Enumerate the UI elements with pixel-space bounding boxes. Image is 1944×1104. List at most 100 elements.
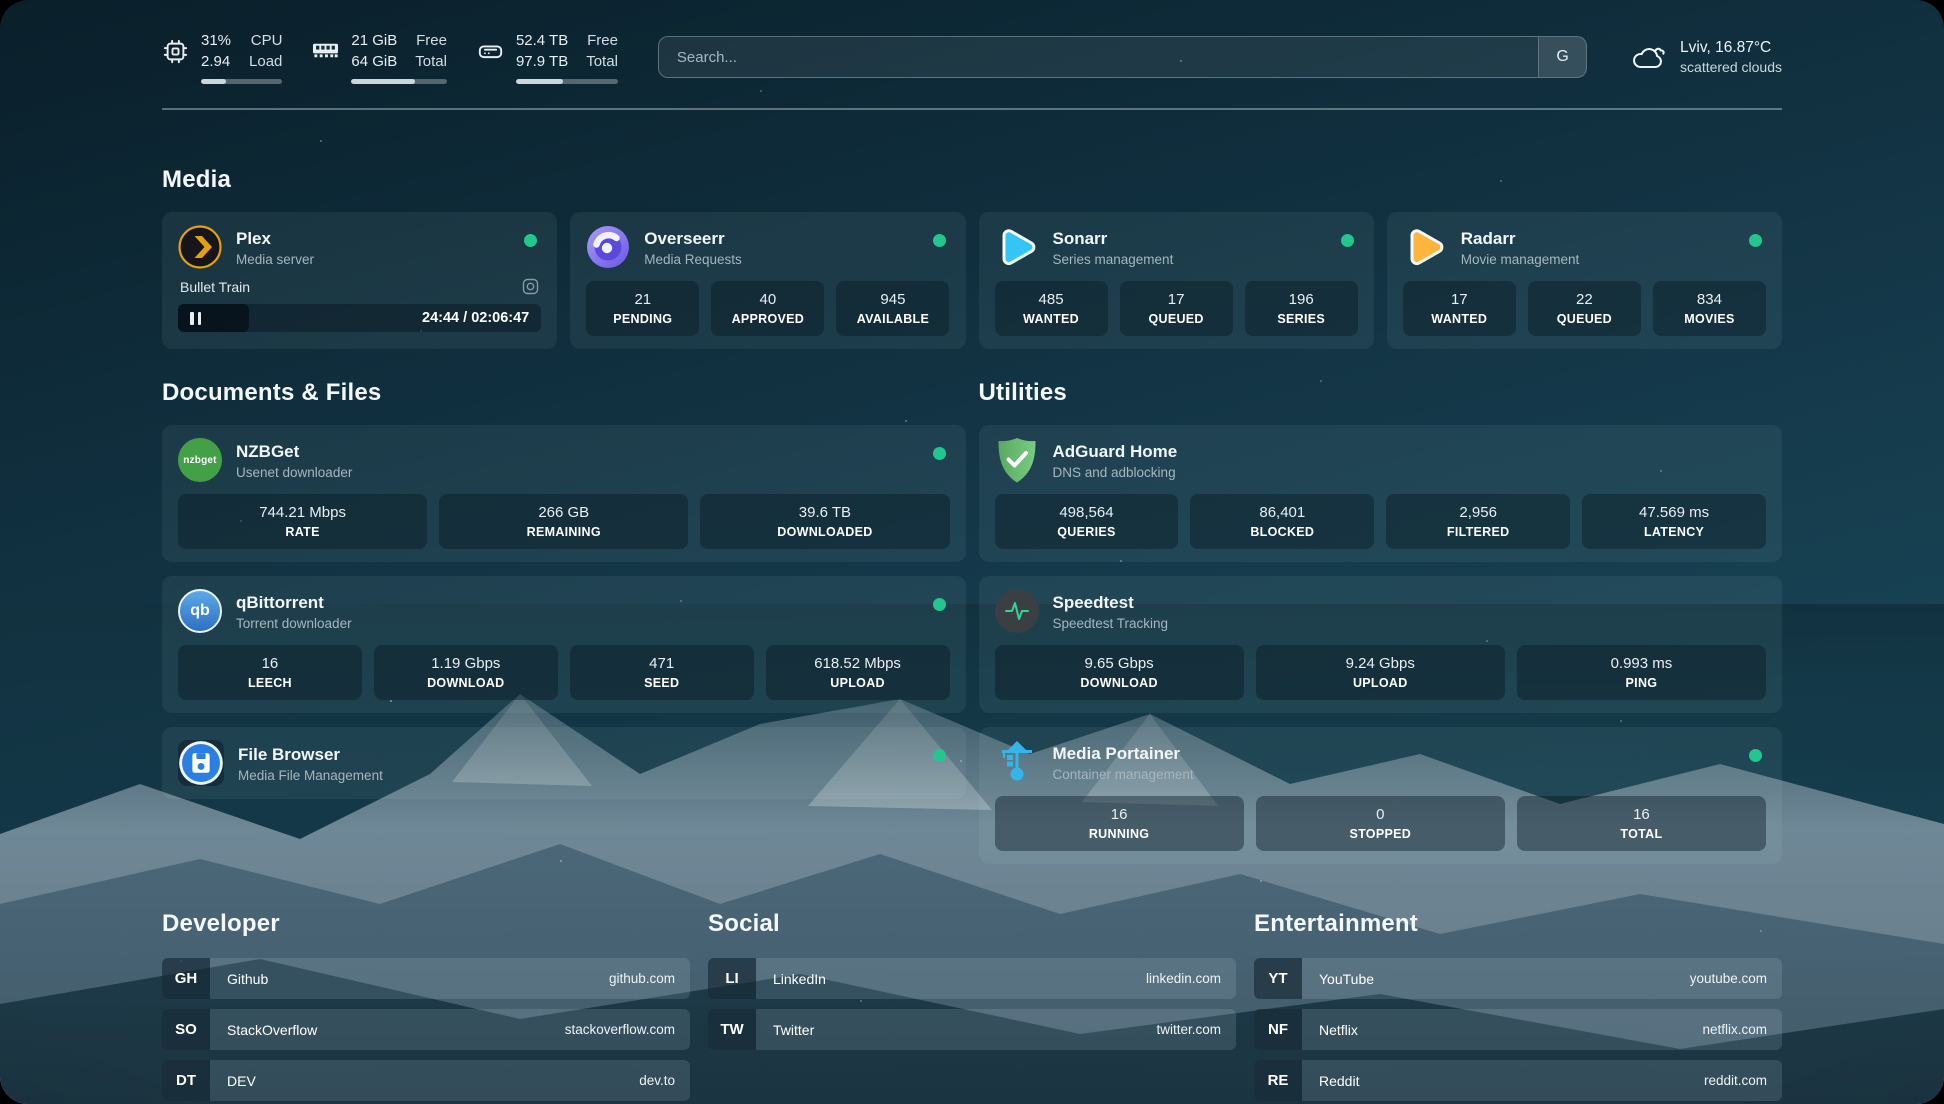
weather-widget[interactable]: Lviv, 16.87°C scattered clouds: [1631, 37, 1782, 77]
bookmark-name: Netflix: [1319, 1022, 1358, 1038]
memory-progress-bar: [351, 79, 447, 84]
bookmark-dev[interactable]: DT DEV dev.to: [162, 1060, 690, 1101]
app-card-overseerr[interactable]: Overseerr Media Requests 21PENDING 40APP…: [570, 212, 965, 349]
bookmark-name: StackOverflow: [227, 1022, 317, 1038]
stat-latency: 47.569 msLATENCY: [1582, 494, 1766, 549]
bookmark-name: LinkedIn: [773, 971, 826, 987]
memory-widget: 21 GiB 64 GiB Free Total: [312, 30, 447, 84]
stat-wanted: 17WANTED: [1403, 281, 1516, 336]
app-subtitle: Media Requests: [644, 252, 742, 267]
stat-movies: 834MOVIES: [1653, 281, 1766, 336]
pause-button[interactable]: [190, 312, 201, 325]
bookmark-linkedin[interactable]: LI LinkedIn linkedin.com: [708, 958, 1236, 999]
search-input[interactable]: [659, 37, 1538, 77]
app-title: Speedtest: [1053, 592, 1169, 613]
stat-pending: 21PENDING: [586, 281, 699, 336]
bookmark-badge: LI: [708, 958, 756, 999]
cpu-usage-label: CPU: [249, 30, 282, 51]
bookmark-name: DEV: [227, 1073, 256, 1089]
bookmark-badge: RE: [1254, 1060, 1302, 1101]
stat-running: 16RUNNING: [995, 796, 1244, 851]
app-card-nzbget[interactable]: nzbget NZBGet Usenet downloader 744.21 M…: [162, 425, 966, 562]
qbittorrent-icon: qb: [178, 589, 222, 633]
stat-upload: 618.52 MbpsUPLOAD: [766, 645, 950, 700]
app-subtitle: Series management: [1053, 252, 1174, 267]
status-dot: [1749, 234, 1762, 247]
disk-total-value: 97.9 TB: [516, 51, 568, 72]
status-dot: [933, 749, 946, 762]
portainer-icon: [995, 740, 1039, 784]
status-dot: [933, 447, 946, 460]
cpu-widget: 31% 2.94 CPU Load: [162, 30, 282, 84]
bookmark-netflix[interactable]: NF Netflix netflix.com: [1254, 1009, 1782, 1050]
sonarr-icon: [995, 225, 1039, 269]
stat-available: 945AVAILABLE: [836, 281, 949, 336]
bookmark-name: Github: [227, 971, 268, 987]
stat-remaining: 266 GBREMAINING: [439, 494, 688, 549]
bookmark-badge: SO: [162, 1009, 210, 1050]
cpu-load-value: 2.94: [201, 51, 231, 72]
cpu-usage-value: 31%: [201, 30, 231, 51]
bookmark-name: YouTube: [1319, 971, 1374, 987]
search-engine-button[interactable]: G: [1538, 37, 1586, 77]
cloud-icon: [1631, 42, 1667, 72]
app-title: Sonarr: [1053, 228, 1174, 249]
adguard-icon: [995, 438, 1039, 482]
system-widgets: 31% 2.94 CPU Load: [162, 30, 618, 84]
app-card-sonarr[interactable]: Sonarr Series management 485WANTED 17QUE…: [979, 212, 1374, 349]
app-subtitle: Usenet downloader: [236, 465, 352, 480]
bookmark-group-developer: Developer GH Github github.com SO StackO…: [162, 910, 690, 1104]
overseerr-icon: [586, 225, 630, 269]
app-card-adguard[interactable]: AdGuard Home DNS and adblocking 498,564Q…: [979, 425, 1783, 562]
app-card-radarr[interactable]: Radarr Movie management 17WANTED 22QUEUE…: [1387, 212, 1782, 349]
stat-rate: 744.21 MbpsRATE: [178, 494, 427, 549]
now-playing-title: Bullet Train: [180, 279, 250, 295]
status-dot: [1749, 749, 1762, 762]
app-subtitle: Torrent downloader: [236, 616, 352, 631]
cpu-load-label: Load: [249, 51, 282, 72]
app-subtitle: Movie management: [1461, 252, 1580, 267]
stat-download: 1.19 GbpsDOWNLOAD: [374, 645, 558, 700]
memory-icon: [312, 38, 339, 65]
bookmark-github[interactable]: GH Github github.com: [162, 958, 690, 999]
dashboard-screen: 31% 2.94 CPU Load: [0, 0, 1944, 1104]
radarr-icon: [1403, 225, 1447, 269]
app-title: Plex: [236, 228, 314, 249]
bookmark-stackoverflow[interactable]: SO StackOverflow stackoverflow.com: [162, 1009, 690, 1050]
app-title: AdGuard Home: [1053, 441, 1178, 462]
stat-filtered: 2,956FILTERED: [1386, 494, 1570, 549]
section-title-developer: Developer: [162, 910, 690, 938]
section-title-media: Media: [162, 166, 1782, 194]
app-card-speedtest[interactable]: Speedtest Speedtest Tracking 9.65 GbpsDO…: [979, 576, 1783, 713]
cast-icon: [522, 278, 539, 295]
filebrowser-icon: [178, 740, 224, 786]
disk-widget: 52.4 TB 97.9 TB Free Total: [477, 30, 618, 84]
playback-progress-bar: 24:44 / 02:06:47: [178, 304, 541, 332]
memory-free-label: Free: [415, 30, 447, 51]
stat-blocked: 86,401BLOCKED: [1190, 494, 1374, 549]
bookmark-youtube[interactable]: YT YouTube youtube.com: [1254, 958, 1782, 999]
bookmark-reddit[interactable]: RE Reddit reddit.com: [1254, 1060, 1782, 1101]
disk-free-label: Free: [586, 30, 618, 51]
app-title: File Browser: [238, 744, 383, 765]
stat-queries: 498,564QUERIES: [995, 494, 1179, 549]
app-card-filebrowser[interactable]: File Browser Media File Management: [162, 727, 966, 799]
app-card-portainer[interactable]: Media Portainer Container management 16R…: [979, 727, 1783, 864]
stat-queued: 17QUEUED: [1120, 281, 1233, 336]
playback-time: 24:44 / 02:06:47: [422, 310, 541, 326]
section-title-entertainment: Entertainment: [1254, 910, 1782, 938]
stat-wanted: 485WANTED: [995, 281, 1108, 336]
app-card-qbittorrent[interactable]: qb qBittorrent Torrent downloader 16LEEC…: [162, 576, 966, 713]
bookmark-twitter[interactable]: TW Twitter twitter.com: [708, 1009, 1236, 1050]
bookmark-group-entertainment: Entertainment YT YouTube youtube.com NF …: [1254, 910, 1782, 1104]
app-card-plex[interactable]: Plex Media server Bullet Train: [162, 212, 557, 349]
memory-total-label: Total: [415, 51, 447, 72]
stat-stopped: 0STOPPED: [1256, 796, 1505, 851]
bookmark-badge: DT: [162, 1060, 210, 1101]
bookmark-group-social: Social LI LinkedIn linkedin.com TW Twitt…: [708, 910, 1236, 1104]
app-subtitle: Media File Management: [238, 768, 383, 783]
app-subtitle: Media server: [236, 252, 314, 267]
stat-download: 9.65 GbpsDOWNLOAD: [995, 645, 1244, 700]
app-title: NZBGet: [236, 441, 352, 462]
media-row: Plex Media server Bullet Train: [162, 212, 1782, 349]
